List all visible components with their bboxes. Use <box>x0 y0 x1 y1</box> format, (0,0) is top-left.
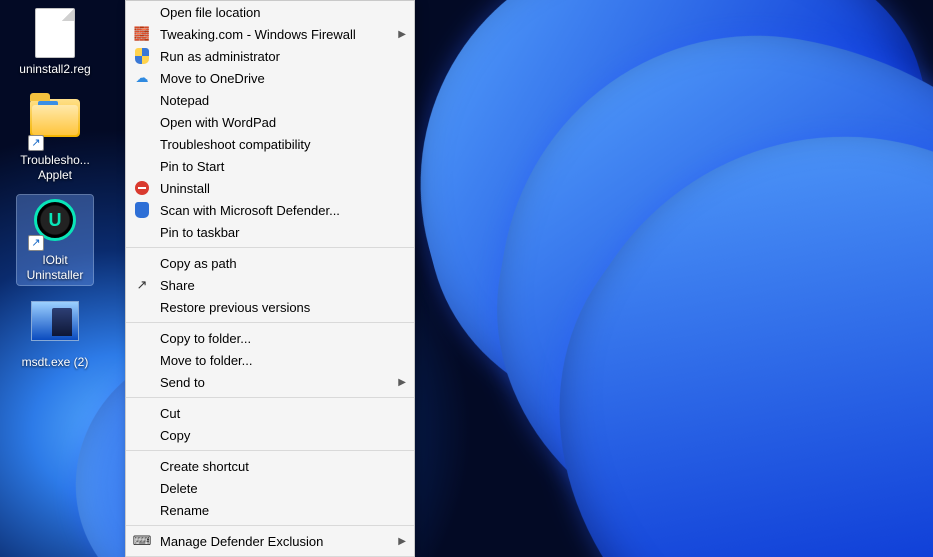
cm-pin-to-taskbar-label: Pin to taskbar <box>160 225 394 240</box>
cm-copy-as-path[interactable]: Copy as path <box>126 252 414 274</box>
submenu-arrow-icon: ▶ <box>394 29 406 40</box>
cm-notepad[interactable]: Notepad <box>126 89 414 111</box>
cm-restore-previous-label: Restore previous versions <box>160 300 394 315</box>
blank-icon <box>132 350 152 370</box>
cm-copy-to-folder-label: Copy to folder... <box>160 331 394 346</box>
cm-copy-label: Copy <box>160 428 394 443</box>
blank-icon <box>132 2 152 22</box>
cm-share[interactable]: ↗ Share <box>126 274 414 296</box>
desktop-area[interactable]: uninstall2.reg ↗ Troublesho... Applet U↗ IOb… <box>0 0 110 382</box>
desktop-icon-iobit-uninstaller-icon: U↗ <box>30 199 80 249</box>
desktop-icon-msdt-exe-icon <box>30 301 80 351</box>
uninstall-icon <box>132 178 152 198</box>
cm-scan-defender[interactable]: Scan with Microsoft Defender... <box>126 199 414 221</box>
cm-move-to-onedrive[interactable]: ☁ Move to OneDrive <box>126 67 414 89</box>
desktop-icon-troubleshoot-applet-icon: ↗ <box>30 99 80 149</box>
desktop-icon-iobit-uninstaller[interactable]: U↗ IObit Uninstaller <box>17 195 93 285</box>
blank-icon <box>132 222 152 242</box>
cm-uninstall-label: Uninstall <box>160 181 394 196</box>
blank-icon <box>132 253 152 273</box>
desktop-icon-troubleshoot-applet[interactable]: ↗ Troublesho... Applet <box>17 89 93 185</box>
cm-run-as-admin-label: Run as administrator <box>160 49 394 64</box>
cm-manage-defender-exclusion-label: Manage Defender Exclusion <box>160 534 394 549</box>
desktop-icon-msdt-exe-label: msdt.exe (2) <box>19 355 91 370</box>
onedrive-icon: ☁ <box>132 68 152 88</box>
menu-separator <box>126 322 414 323</box>
cm-notepad-label: Notepad <box>160 93 394 108</box>
desktop-icon-msdt-exe[interactable]: msdt.exe (2) <box>17 295 93 372</box>
cm-open-file-location[interactable]: Open file location <box>126 1 414 23</box>
cm-pin-to-taskbar[interactable]: Pin to taskbar <box>126 221 414 243</box>
shortcut-arrow-icon: ↗ <box>28 135 44 151</box>
blank-icon <box>132 500 152 520</box>
blank-icon <box>132 328 152 348</box>
blank-icon <box>132 90 152 110</box>
defender-icon <box>132 200 152 220</box>
cm-send-to[interactable]: Send to▶ <box>126 371 414 393</box>
cm-open-with-wordpad-label: Open with WordPad <box>160 115 394 130</box>
cm-restore-previous[interactable]: Restore previous versions <box>126 296 414 318</box>
cm-troubleshoot-compat-label: Troubleshoot compatibility <box>160 137 394 152</box>
desktop-icon-uninstall2-reg[interactable]: uninstall2.reg <box>17 6 93 79</box>
cm-delete-label: Delete <box>160 481 394 496</box>
cm-open-file-location-label: Open file location <box>160 5 394 20</box>
blank-icon <box>132 403 152 423</box>
menu-separator <box>126 450 414 451</box>
cm-troubleshoot-compat[interactable]: Troubleshoot compatibility <box>126 133 414 155</box>
cm-share-label: Share <box>160 278 394 293</box>
blank-icon <box>132 134 152 154</box>
cm-move-to-folder[interactable]: Move to folder... <box>126 349 414 371</box>
cm-rename[interactable]: Rename <box>126 499 414 521</box>
cm-tweaking-firewall[interactable]: 🧱 Tweaking.com - Windows Firewall▶ <box>126 23 414 45</box>
blank-icon <box>132 297 152 317</box>
cm-copy-to-folder[interactable]: Copy to folder... <box>126 327 414 349</box>
blank-icon <box>132 156 152 176</box>
context-menu: Open file location 🧱 Tweaking.com - Window… <box>125 0 415 557</box>
cm-run-as-admin[interactable]: Run as administrator <box>126 45 414 67</box>
blank-icon <box>132 456 152 476</box>
firewall-icon: 🧱 <box>132 24 152 44</box>
menu-separator <box>126 525 414 526</box>
cm-tweaking-firewall-label: Tweaking.com - Windows Firewall <box>160 27 394 42</box>
share-icon: ↗ <box>132 275 152 295</box>
menu-separator <box>126 397 414 398</box>
cm-send-to-label: Send to <box>160 375 394 390</box>
menu-separator <box>126 247 414 248</box>
cm-uninstall[interactable]: Uninstall <box>126 177 414 199</box>
desktop-icon-uninstall2-reg-label: uninstall2.reg <box>19 62 91 77</box>
keyboard-icon: ⌨ <box>132 531 152 551</box>
blank-icon <box>132 112 152 132</box>
submenu-arrow-icon: ▶ <box>394 377 406 388</box>
cm-delete[interactable]: Delete <box>126 477 414 499</box>
desktop-icon-troubleshoot-applet-label: Troublesho... Applet <box>19 153 91 183</box>
shortcut-arrow-icon: ↗ <box>28 235 44 251</box>
cm-pin-to-start-label: Pin to Start <box>160 159 394 174</box>
shield-icon <box>132 46 152 66</box>
cm-create-shortcut[interactable]: Create shortcut <box>126 455 414 477</box>
cm-scan-defender-label: Scan with Microsoft Defender... <box>160 203 394 218</box>
cm-create-shortcut-label: Create shortcut <box>160 459 394 474</box>
cm-manage-defender-exclusion[interactable]: ⌨ Manage Defender Exclusion▶ <box>126 530 414 552</box>
cm-cut[interactable]: Cut <box>126 402 414 424</box>
submenu-arrow-icon: ▶ <box>394 536 406 547</box>
cm-pin-to-start[interactable]: Pin to Start <box>126 155 414 177</box>
desktop-icon-uninstall2-reg-icon <box>30 8 80 58</box>
cm-open-with-wordpad[interactable]: Open with WordPad <box>126 111 414 133</box>
cm-rename-label: Rename <box>160 503 394 518</box>
cm-cut-label: Cut <box>160 406 394 421</box>
cm-move-to-onedrive-label: Move to OneDrive <box>160 71 394 86</box>
desktop-icon-iobit-uninstaller-label: IObit Uninstaller <box>19 253 91 283</box>
blank-icon <box>132 425 152 445</box>
cm-copy-as-path-label: Copy as path <box>160 256 394 271</box>
cm-copy[interactable]: Copy <box>126 424 414 446</box>
blank-icon <box>132 478 152 498</box>
blank-icon <box>132 372 152 392</box>
cm-move-to-folder-label: Move to folder... <box>160 353 394 368</box>
